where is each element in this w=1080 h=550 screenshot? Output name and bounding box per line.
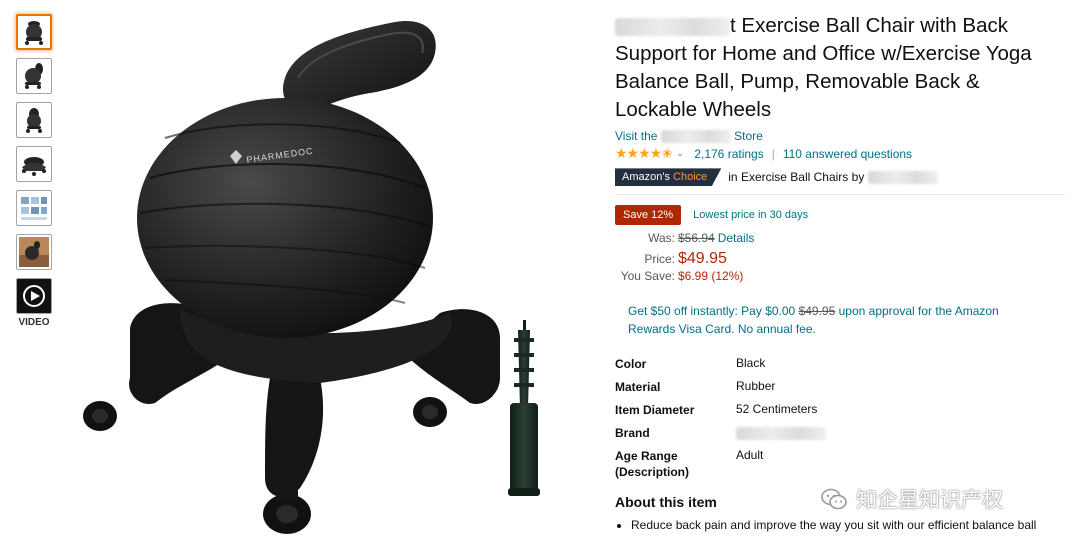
watermark-text: 知企星知识产权 [856, 488, 1003, 512]
attribute-value: Black [736, 356, 766, 371]
price-label: Price: [644, 252, 675, 267]
wechat-icon [821, 488, 847, 510]
you-save-row: You Save: $6.99 (12%) [615, 269, 1065, 288]
divider-bar: | [771, 146, 775, 161]
chair-base-icon [22, 157, 46, 176]
attribute-row-diameter: Item Diameter 52 Centimeters [615, 402, 1065, 425]
thumbnail-strip: VIDEO [16, 14, 56, 328]
was-label: Was: [648, 231, 675, 246]
attribute-key: Material [615, 380, 661, 395]
redacted-brand [615, 17, 730, 36]
promo-strike-price: $49.95 [798, 304, 836, 319]
attribute-value: 52 Centimeters [736, 402, 818, 417]
attribute-key: Age Range (Description) [615, 449, 690, 480]
chair-thumbnail-icon [26, 108, 42, 133]
video-label: VIDEO [18, 317, 50, 328]
choice-category-text[interactable]: in Exercise Ball Chairs by [728, 170, 938, 185]
deal-row: Save 12% Lowest price in 30 days [615, 205, 1065, 226]
chevron-down-icon[interactable]: ⌄ [676, 148, 684, 159]
price-table: Was: $56.94 Details Price: $49.95 You Sa… [615, 231, 1065, 288]
section-divider [615, 194, 1065, 196]
lifestyle-photo-icon [19, 237, 49, 267]
exercise-ball-chair-image: PHARMEDOC [83, 21, 540, 534]
attribute-row-brand: Brand [615, 425, 1065, 448]
current-price-row: Price: $49.95 [615, 250, 1065, 269]
attribute-key: Item Diameter [615, 403, 695, 418]
product-title: t Exercise Ball Chair with Back Support … [615, 14, 1032, 121]
was-price-row: Was: $56.94 Details [615, 231, 1065, 250]
thumb-chair-front[interactable] [16, 14, 52, 50]
play-icon [23, 285, 45, 307]
redacted-brand-value [736, 426, 826, 440]
answered-questions-link[interactable]: 110 answered questions [783, 147, 912, 161]
star-rating-icon[interactable]: ★★★★✬ [615, 145, 673, 162]
attribute-value [736, 425, 826, 448]
details-link[interactable]: Details [718, 231, 755, 245]
was-price: $56.94 [678, 231, 715, 246]
redacted-store-name [660, 130, 731, 144]
main-product-image[interactable]: PHARMEDOC [70, 8, 570, 543]
you-save-label: You Save: [620, 269, 675, 284]
rewards-card-promo[interactable]: Get $50 off instantly: Pay $0.00 $49.95 … [628, 302, 1048, 338]
watermark: 知企星知识产权 [820, 484, 1003, 514]
attribute-row-age-range: Age Range (Description) Adult [615, 448, 1065, 480]
product-attributes-table: Color Black Material Rubber Item Diamete… [615, 356, 1065, 480]
thumb-chair-infographic[interactable] [16, 190, 52, 226]
store-link[interactable]: Visit the Store [615, 129, 1065, 144]
pump-image [508, 320, 540, 496]
you-save-amount: $6.99 (12%) [678, 269, 744, 284]
amazons-choice-row: Amazon's Choice in Exercise Ball Chairs … [615, 168, 1065, 187]
amazons-choice-badge: Amazon's Choice [615, 168, 722, 187]
chair-thumbnail-icon [25, 63, 43, 89]
lowest-price-note: Lowest price in 30 days [693, 209, 809, 222]
about-bullet: Reduce back pain and improve the way you… [631, 518, 1065, 532]
redacted-brand-name [867, 171, 938, 185]
attribute-row-material: Material Rubber [615, 379, 1065, 402]
thumb-chair-lifestyle[interactable] [16, 234, 52, 270]
thumb-chair-back[interactable] [16, 102, 52, 138]
product-info-panel: t Exercise Ball Chair with Back Support … [615, 12, 1065, 532]
attribute-row-color: Color Black [615, 356, 1065, 379]
save-percent-badge: Save 12% [615, 205, 682, 226]
rating-row: ★★★★✬ ⌄ 2,176 ratings | 110 answered que… [615, 145, 1065, 162]
attribute-key: Brand [615, 426, 650, 441]
ratings-count-link[interactable]: 2,176 ratings [694, 147, 763, 161]
chair-thumbnail-icon [25, 21, 43, 45]
about-bullets: Reduce back pain and improve the way you… [615, 518, 1065, 532]
thumb-chair-base[interactable] [16, 146, 52, 182]
thumb-chair-side[interactable] [16, 58, 52, 94]
infographic-icon [21, 197, 47, 220]
video-thumbnail[interactable] [16, 278, 52, 314]
current-price: $49.95 [678, 250, 727, 268]
attribute-value: Adult [736, 448, 764, 463]
attribute-key: Color [615, 357, 647, 372]
attribute-value: Rubber [736, 379, 776, 394]
